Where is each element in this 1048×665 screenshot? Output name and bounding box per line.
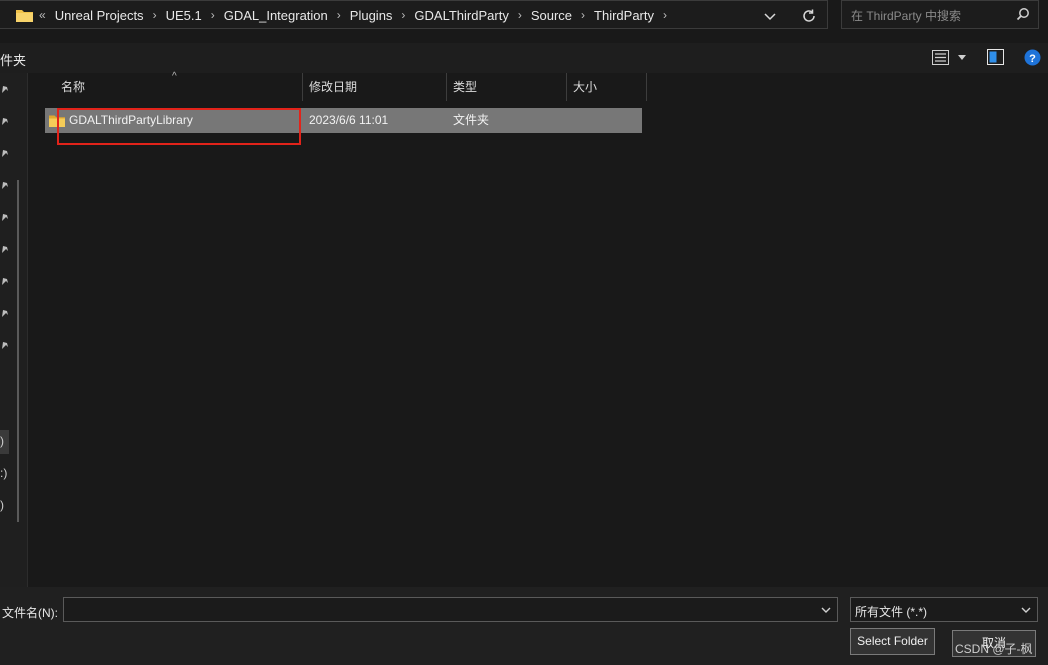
pin-icon [2,342,8,349]
chevron-right-icon[interactable]: › [581,8,585,22]
column-header-type[interactable]: 类型 [447,73,566,101]
toolbar: 件夹 ? [0,43,1048,73]
search-box[interactable]: 在 ThirdParty 中搜索 [841,0,1039,29]
filetype-select[interactable]: 所有文件 (*.*) [850,597,1038,622]
pin-icon [2,310,8,317]
pin-icon [2,182,8,189]
pane-splitter[interactable] [17,180,19,522]
filetype-value[interactable]: 所有文件 (*.*) [855,603,927,620]
breadcrumb-item[interactable]: Source [531,8,572,23]
chevron-down-icon[interactable] [762,8,778,24]
pin-icon [2,118,8,125]
chevron-down-icon[interactable] [1020,604,1032,616]
file-type: 文件夹 [453,113,490,127]
breadcrumb-item[interactable]: ThirdParty [594,8,654,23]
pin-icon [2,86,8,93]
column-header-date[interactable]: 修改日期 [303,73,446,101]
search-icon[interactable] [1016,7,1030,21]
filename-input[interactable] [63,597,838,622]
toolbar-label[interactable]: 件夹 [0,50,26,69]
breadcrumb: « Unreal Projects › UE5.1 › GDAL_Integra… [16,6,676,24]
pin-icon [2,278,8,285]
nav-drive-label[interactable]: ) [0,434,10,448]
select-folder-button[interactable]: Select Folder [850,628,935,655]
navigation-pane[interactable]: ) :) ) [0,73,27,587]
dialog-footer: 文件名(N): 所有文件 (*.*) Select Folder 取消 [0,587,1048,665]
address-bar[interactable]: « Unreal Projects › UE5.1 › GDAL_Integra… [0,0,828,29]
breadcrumb-item[interactable]: UE5.1 [166,8,202,23]
view-options-icon[interactable] [932,50,949,65]
view-dropdown-icon[interactable] [957,54,967,61]
chevron-right-icon[interactable]: › [211,8,215,22]
column-divider[interactable] [646,73,647,101]
chevron-right-icon[interactable]: › [337,8,341,22]
breadcrumb-item[interactable]: GDALThirdParty [414,8,508,23]
refresh-icon[interactable] [800,7,818,25]
annotation-highlight [57,108,301,145]
column-header-size[interactable]: 大小 [567,73,646,101]
svg-text:?: ? [1029,53,1036,65]
nav-drive-label[interactable]: :) [0,466,10,480]
chevron-right-icon[interactable]: › [518,8,522,22]
help-icon[interactable]: ? [1024,49,1041,66]
watermark: CSDN @子-枫 [955,642,1033,656]
pin-icon [2,150,8,157]
preview-pane-icon[interactable] [987,49,1004,65]
pin-icon [2,214,8,221]
search-placeholder[interactable]: 在 ThirdParty 中搜索 [851,7,961,24]
pin-icon [2,246,8,253]
chevron-right-icon[interactable]: › [663,8,667,22]
breadcrumb-item[interactable]: Plugins [350,8,393,23]
folder-icon [16,10,33,22]
breadcrumb-item[interactable]: Unreal Projects [55,8,144,23]
breadcrumb-item[interactable]: GDAL_Integration [224,8,328,23]
file-date: 2023/6/6 11:01 [309,113,389,127]
filename-label: 文件名(N): [2,606,58,620]
chevron-down-icon[interactable] [820,604,832,616]
column-header-name[interactable]: 名称 [55,73,302,101]
overflow-chevron-icon[interactable]: « [39,8,46,22]
nav-drive-label[interactable]: ) [0,498,10,512]
chevron-right-icon[interactable]: › [153,8,157,22]
chevron-right-icon[interactable]: › [401,8,405,22]
pane-divider [27,73,28,587]
